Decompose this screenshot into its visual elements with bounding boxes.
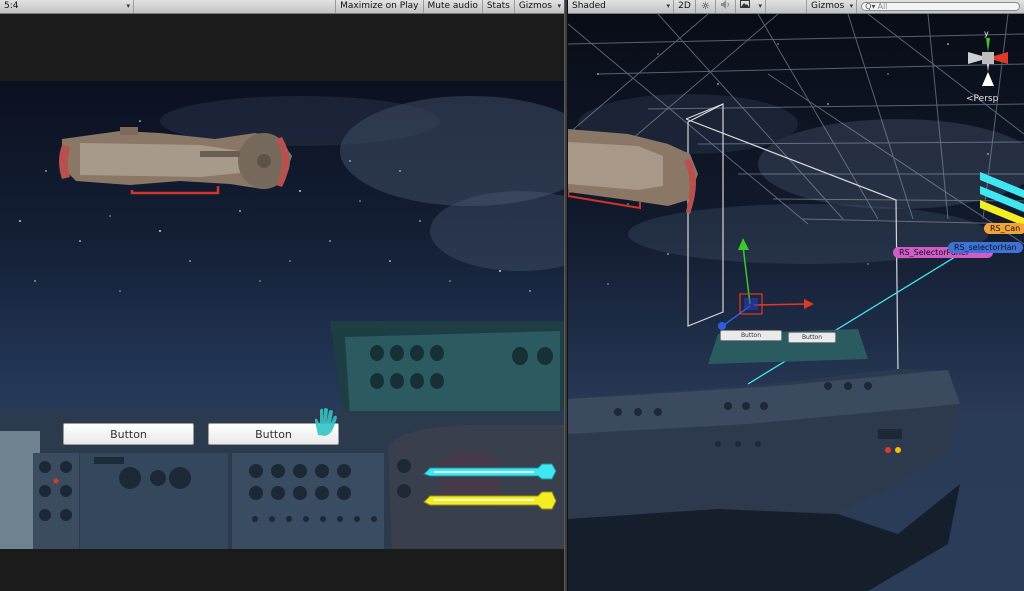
chevron-down-icon: ▾ [557,2,561,10]
gizmo-y-axis-label: y [984,29,989,38]
image-icon [740,0,750,13]
game-gizmos-label: Gizmos [518,1,552,11]
scene-view-panel[interactable]: y <Persp RS_Can RS_SelectorPanel RS_sele… [568,14,1024,591]
scene-object-tag-camera[interactable]: RS_Can [984,223,1024,234]
chevron-down-icon: ▾ [666,2,670,10]
chevron-down-icon: ▾ [126,2,130,10]
speaker-icon [720,0,731,14]
status-bars [423,463,557,510]
chevron-left-icon: < [966,94,974,104]
hierarchy-search-input[interactable]: Q▾ All [861,2,1020,11]
cyan-energy-bar [425,538,545,549]
hand-cursor-icon [314,408,337,436]
scene-gizmos-label: Gizmos [811,1,845,11]
search-placeholder: All [877,2,888,11]
scene-ui-button-2[interactable]: Button [788,332,836,343]
game-gizmos-dropdown[interactable]: Gizmos ▾ [515,0,564,13]
mute-audio-toggle[interactable]: Mute audio [424,0,483,13]
aspect-ratio-value: 5:4 [4,1,19,11]
scene-gizmos-dropdown[interactable]: Gizmos ▾ [806,0,858,13]
perspective-toggle[interactable]: <Persp [966,94,998,104]
game-render-canvas[interactable]: Button Button [0,81,564,549]
scene-view-toolbar: Shaded ▾ 2D ☼ ▾ Gizmos ▾ Q▾ All [568,0,1024,14]
chevron-down-icon: ▾ [758,2,762,10]
scene-orientation-gizmo-icon[interactable]: y [958,28,1018,90]
scene-render [568,14,1024,591]
chevron-down-icon: ▾ [849,2,854,10]
shading-mode-dropdown[interactable]: Shaded ▾ [568,0,674,13]
game-view-panel[interactable]: Button Button [0,14,564,591]
scene-ui-button-1[interactable]: Button [720,330,782,341]
scene-lighting-toggle[interactable]: ☼ [696,0,716,13]
maximize-on-play-toggle[interactable]: Maximize on Play [335,0,424,13]
scene-effects-dropdown[interactable]: ▾ [736,0,766,13]
persp-label: Persp [973,94,999,104]
aspect-ratio-dropdown[interactable]: 5:4 ▾ [0,0,134,13]
shading-mode-value: Shaded [572,1,606,11]
spaceship-model [59,127,292,189]
search-icon: Q▾ [865,2,876,11]
stats-toggle[interactable]: Stats [483,0,515,13]
game-view-toolbar: 5:4 ▾ Maximize on Play Mute audio Stats … [0,0,564,14]
2d-mode-toggle[interactable]: 2D [674,0,696,13]
game-ui-button-1[interactable]: Button [63,423,194,445]
scene-object-tag-selector-handle[interactable]: RS_selectorHan [948,242,1023,253]
ship-health-bar [130,186,220,195]
sun-icon: ☼ [701,1,710,12]
scene-audio-toggle[interactable] [716,0,736,13]
